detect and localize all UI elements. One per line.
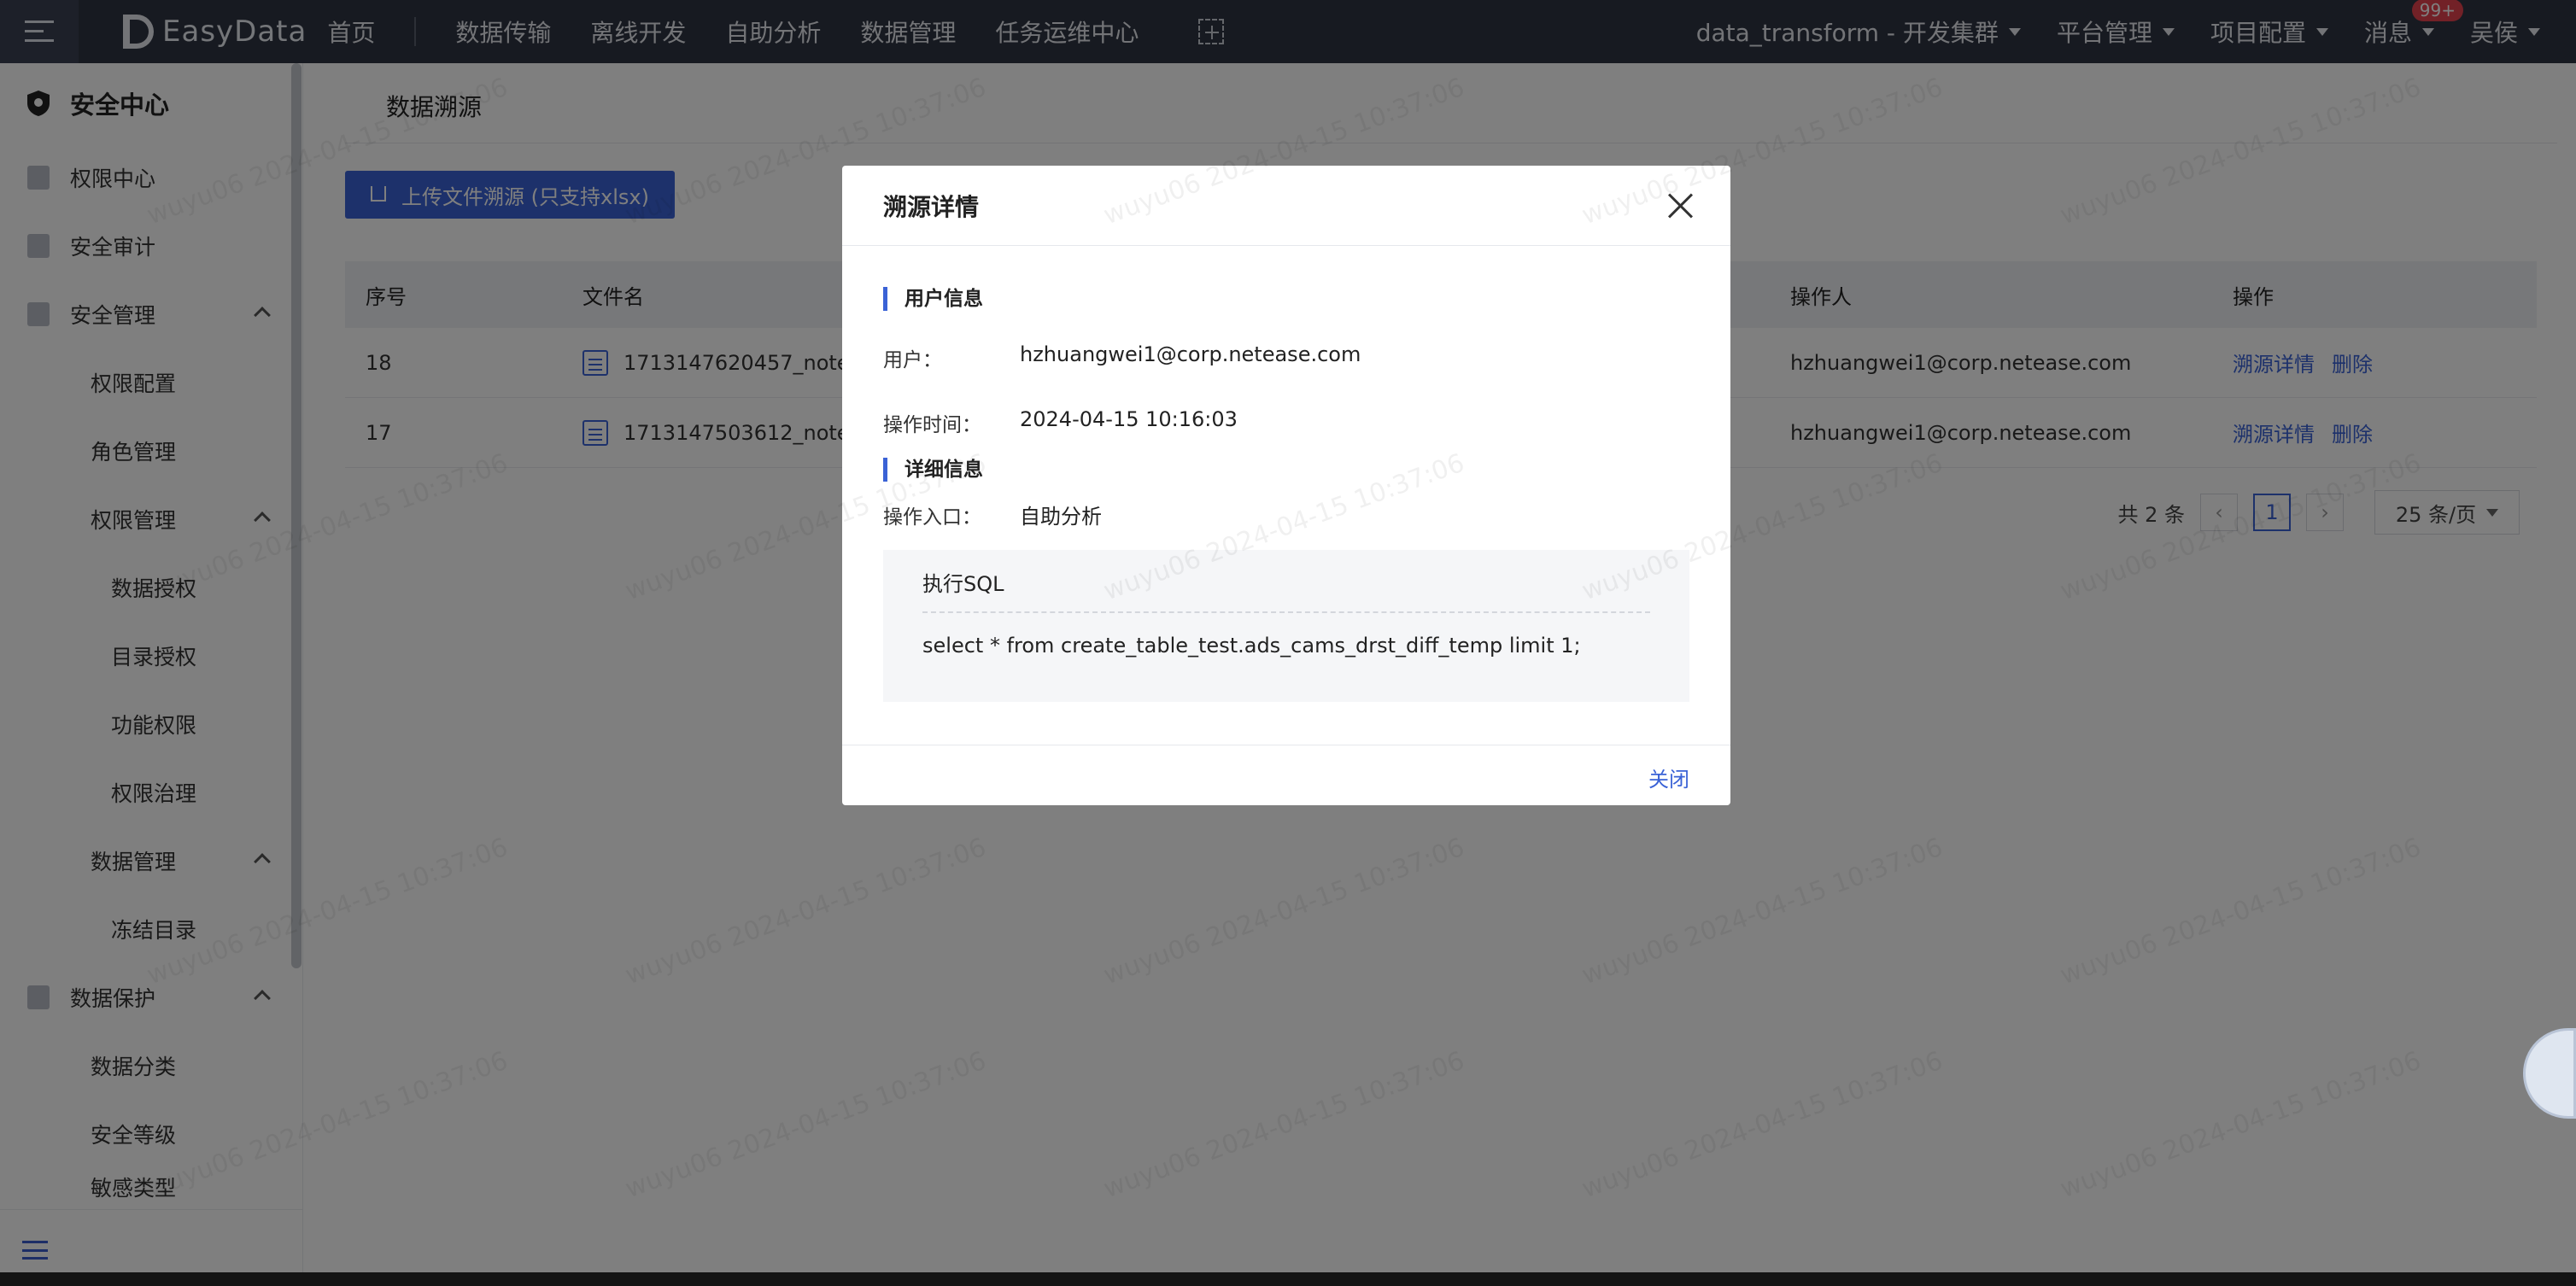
close-icon[interactable] — [1666, 191, 1695, 220]
sql-title: 执行SQL — [922, 572, 1004, 596]
user-value: hzhuangwei1@corp.netease.com — [1020, 342, 1361, 366]
modal-title: 溯源详情 — [883, 192, 980, 221]
modal-header: 溯源详情 — [842, 166, 1730, 246]
operation-time-value: 2024-04-15 10:16:03 — [1020, 407, 1238, 431]
sql-block: 执行SQL select * from create_table_test.ad… — [883, 550, 1689, 702]
operation-time-label: 操作时间： — [883, 414, 981, 436]
modal-footer: 关闭 — [842, 745, 1730, 805]
close-button[interactable]: 关闭 — [1648, 763, 1689, 792]
taskbar-strip — [0, 1272, 2576, 1286]
operation-entry-label: 操作入口： — [883, 506, 981, 529]
user-label: 用户： — [883, 349, 942, 371]
detail-info-section-title: 详细信息 — [883, 458, 983, 482]
divider — [922, 611, 1650, 613]
sql-text: select * from create_table_test.ads_cams… — [922, 634, 1581, 658]
operation-entry-value: 自助分析 — [1020, 505, 1102, 529]
user-info-section-title: 用户信息 — [883, 287, 983, 311]
trace-detail-modal: 溯源详情 用户信息 用户： hzhuangwei1@corp.netease.c… — [842, 166, 1730, 805]
